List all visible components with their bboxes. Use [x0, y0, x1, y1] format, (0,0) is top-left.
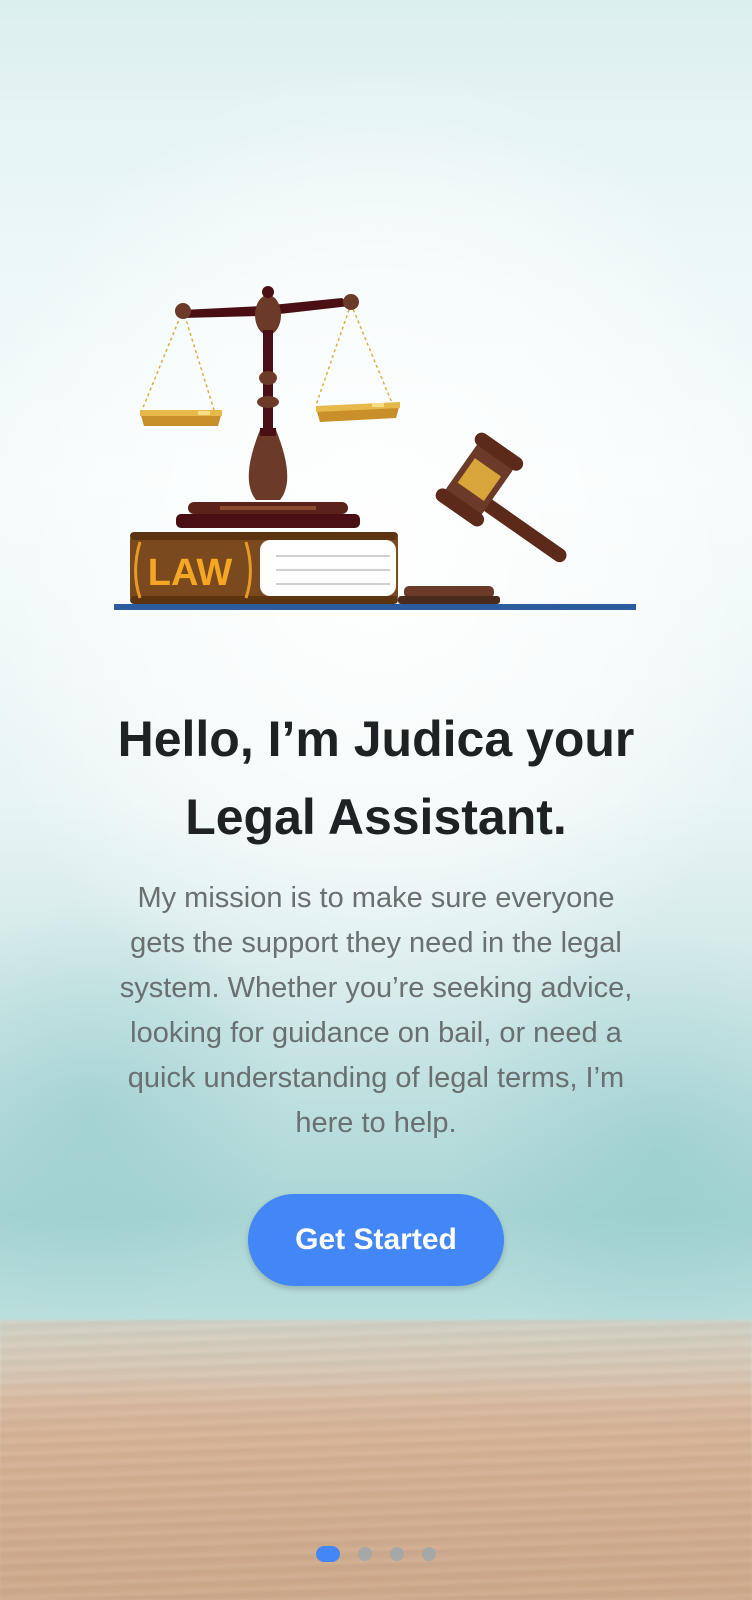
onboarding-title: Hello, I’m Judica your Legal Assistant.: [40, 700, 712, 856]
description-line: quick understanding of legal terms, I’m: [127, 1062, 625, 1094]
title-line: Hello, I’m Judica your: [117, 711, 635, 767]
page-indicator-dot-1[interactable]: [316, 1546, 340, 1562]
scale-left-pan: [140, 309, 222, 426]
get-started-button[interactable]: Get Started: [248, 1194, 504, 1286]
scale-base: [176, 502, 360, 528]
page-indicator-dot-3[interactable]: [390, 1547, 404, 1561]
description-line: here to help.: [295, 1107, 457, 1139]
title-line: Legal Assistant.: [185, 789, 567, 845]
onboarding-screen: LAW Hello, I’m Judica your Legal Assista…: [0, 0, 752, 1600]
page-indicator-dot-2[interactable]: [358, 1547, 372, 1561]
page-indicator-dot-4[interactable]: [422, 1547, 436, 1561]
page-indicator: [316, 1545, 454, 1563]
book-label: LAW: [148, 552, 233, 594]
description-line: looking for guidance on bail, or need a: [130, 1017, 622, 1049]
description-line: system. Whether you’re seeking advice,: [119, 972, 633, 1004]
ground-line: [114, 604, 636, 610]
scale-pillar: [248, 330, 288, 500]
description-line: My mission is to make sure everyone: [137, 882, 615, 914]
scale-right-pan: [315, 303, 400, 422]
justice-illustration: LAW: [114, 286, 636, 610]
gavel-icon: [398, 432, 567, 604]
law-book: LAW: [130, 532, 398, 604]
description-line: gets the support they need in the legal: [130, 927, 622, 959]
onboarding-description: My mission is to make sure everyone gets…: [70, 876, 682, 1146]
scale-beam: [175, 286, 359, 335]
